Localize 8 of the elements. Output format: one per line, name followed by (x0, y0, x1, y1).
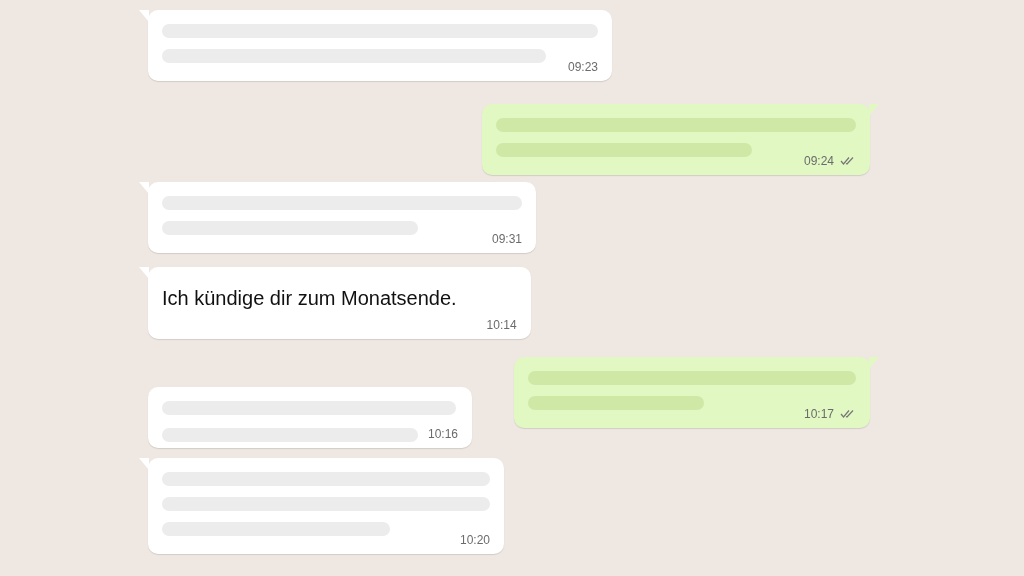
message-time: 10:14 (486, 317, 517, 333)
message-text: Ich kündige dir zum Monatsende. (162, 286, 458, 311)
message-time: 09:31 (491, 231, 522, 247)
message-time: 10:17 (803, 406, 834, 422)
message-time: 09:24 (803, 153, 834, 169)
message-time: 10:16 (428, 426, 459, 442)
message-time: 09:23 (567, 59, 598, 75)
message-time: 10:20 (459, 532, 490, 548)
